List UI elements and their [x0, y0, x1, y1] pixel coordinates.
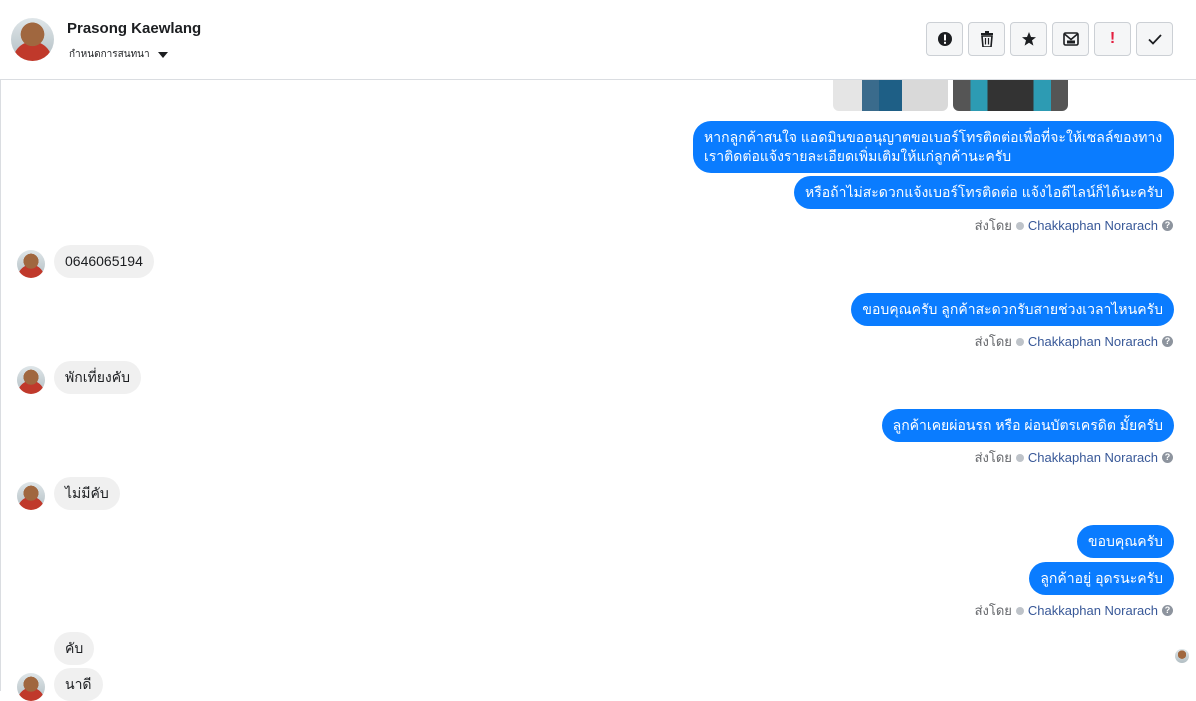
conversation-header: Prasong Kaewlang กำหนดการสนทนา !: [0, 0, 1196, 80]
conversation-toolbar: !: [926, 22, 1173, 56]
mark-unread-icon: [1062, 32, 1079, 46]
sent-by-prefix: ส่งโดย: [974, 450, 1012, 465]
customer-avatar[interactable]: [17, 673, 45, 701]
outgoing-message[interactable]: หากลูกค้าสนใจ แอดมินขออนุญาตขอเบอร์โทรติ…: [693, 121, 1174, 173]
done-check-icon: [1147, 34, 1162, 45]
customer-avatar[interactable]: [17, 250, 45, 278]
conversation-status-label: กำหนดการสนทนา: [69, 49, 150, 60]
help-icon[interactable]: ?: [1162, 336, 1173, 347]
outgoing-message[interactable]: ขอบคุณครับ ลูกค้าสะดวกรับสายช่วงเวลาไหนค…: [851, 293, 1174, 326]
agent-name-link[interactable]: Chakkaphan Norarach: [1028, 450, 1158, 465]
alert-circle-icon: [937, 32, 952, 46]
verified-icon: [1015, 221, 1024, 230]
help-icon[interactable]: ?: [1162, 605, 1173, 616]
sent-by-label: ส่งโดย Chakkaphan Norarach ?: [975, 215, 1173, 236]
agent-name-link[interactable]: Chakkaphan Norarach: [1028, 603, 1158, 618]
sent-by-label: ส่งโดย Chakkaphan Norarach ?: [975, 600, 1173, 621]
verified-icon: [1015, 337, 1024, 346]
contact-avatar[interactable]: [11, 18, 54, 61]
sent-by-prefix: ส่งโดย: [974, 218, 1012, 233]
conversation-status-dropdown[interactable]: กำหนดการสนทนา: [69, 47, 168, 62]
attachment-images: [833, 80, 1068, 111]
verified-icon: [1015, 606, 1024, 615]
trash-icon: [980, 31, 993, 47]
report-spam-button[interactable]: [926, 22, 963, 56]
important-icon: !: [1109, 30, 1116, 47]
contact-name[interactable]: Prasong Kaewlang: [67, 20, 201, 37]
star-icon: [1021, 32, 1036, 46]
agent-name-link[interactable]: Chakkaphan Norarach: [1028, 334, 1158, 349]
incoming-message[interactable]: 0646065194: [54, 245, 154, 278]
sent-by-label: ส่งโดย Chakkaphan Norarach ?: [975, 447, 1173, 468]
verified-icon: [1015, 453, 1024, 462]
sent-by-prefix: ส่งโดย: [974, 334, 1012, 349]
outgoing-message[interactable]: ลูกค้าเคยผ่อนรถ หรือ ผ่อนบัตรเครดิต มั้ย…: [881, 409, 1174, 442]
mark-done-button[interactable]: [1136, 22, 1173, 56]
outgoing-message[interactable]: หรือถ้าไม่สะดวกแจ้งเบอร์โทรติดต่อ แจ้งไอ…: [793, 176, 1174, 209]
help-icon[interactable]: ?: [1162, 452, 1173, 463]
outgoing-message[interactable]: ขอบคุณครับ: [1077, 525, 1174, 558]
incoming-message[interactable]: นาดี: [54, 668, 103, 701]
outgoing-message[interactable]: ลูกค้าอยู่ อุดรนะครับ: [1029, 562, 1174, 595]
panel-border: [0, 0, 1, 691]
caret-down-icon: [157, 52, 168, 58]
incoming-message[interactable]: ไม่มีคับ: [54, 477, 120, 510]
mark-unread-button[interactable]: [1052, 22, 1089, 56]
help-icon[interactable]: ?: [1162, 220, 1173, 231]
customer-avatar[interactable]: [17, 482, 45, 510]
incoming-message[interactable]: พักเที่ยงคับ: [54, 361, 142, 394]
delete-button[interactable]: [968, 22, 1005, 56]
mark-important-button[interactable]: !: [1094, 22, 1131, 56]
sent-by-prefix: ส่งโดย: [974, 603, 1012, 618]
attachment-image[interactable]: [953, 80, 1068, 111]
sent-by-label: ส่งโดย Chakkaphan Norarach ?: [975, 331, 1173, 352]
customer-avatar[interactable]: [17, 366, 45, 394]
agent-name-link[interactable]: Chakkaphan Norarach: [1028, 218, 1158, 233]
seen-indicator-avatar: [1175, 649, 1189, 663]
star-button[interactable]: [1010, 22, 1047, 56]
incoming-message[interactable]: คับ: [54, 632, 95, 665]
attachment-image[interactable]: [833, 80, 948, 111]
